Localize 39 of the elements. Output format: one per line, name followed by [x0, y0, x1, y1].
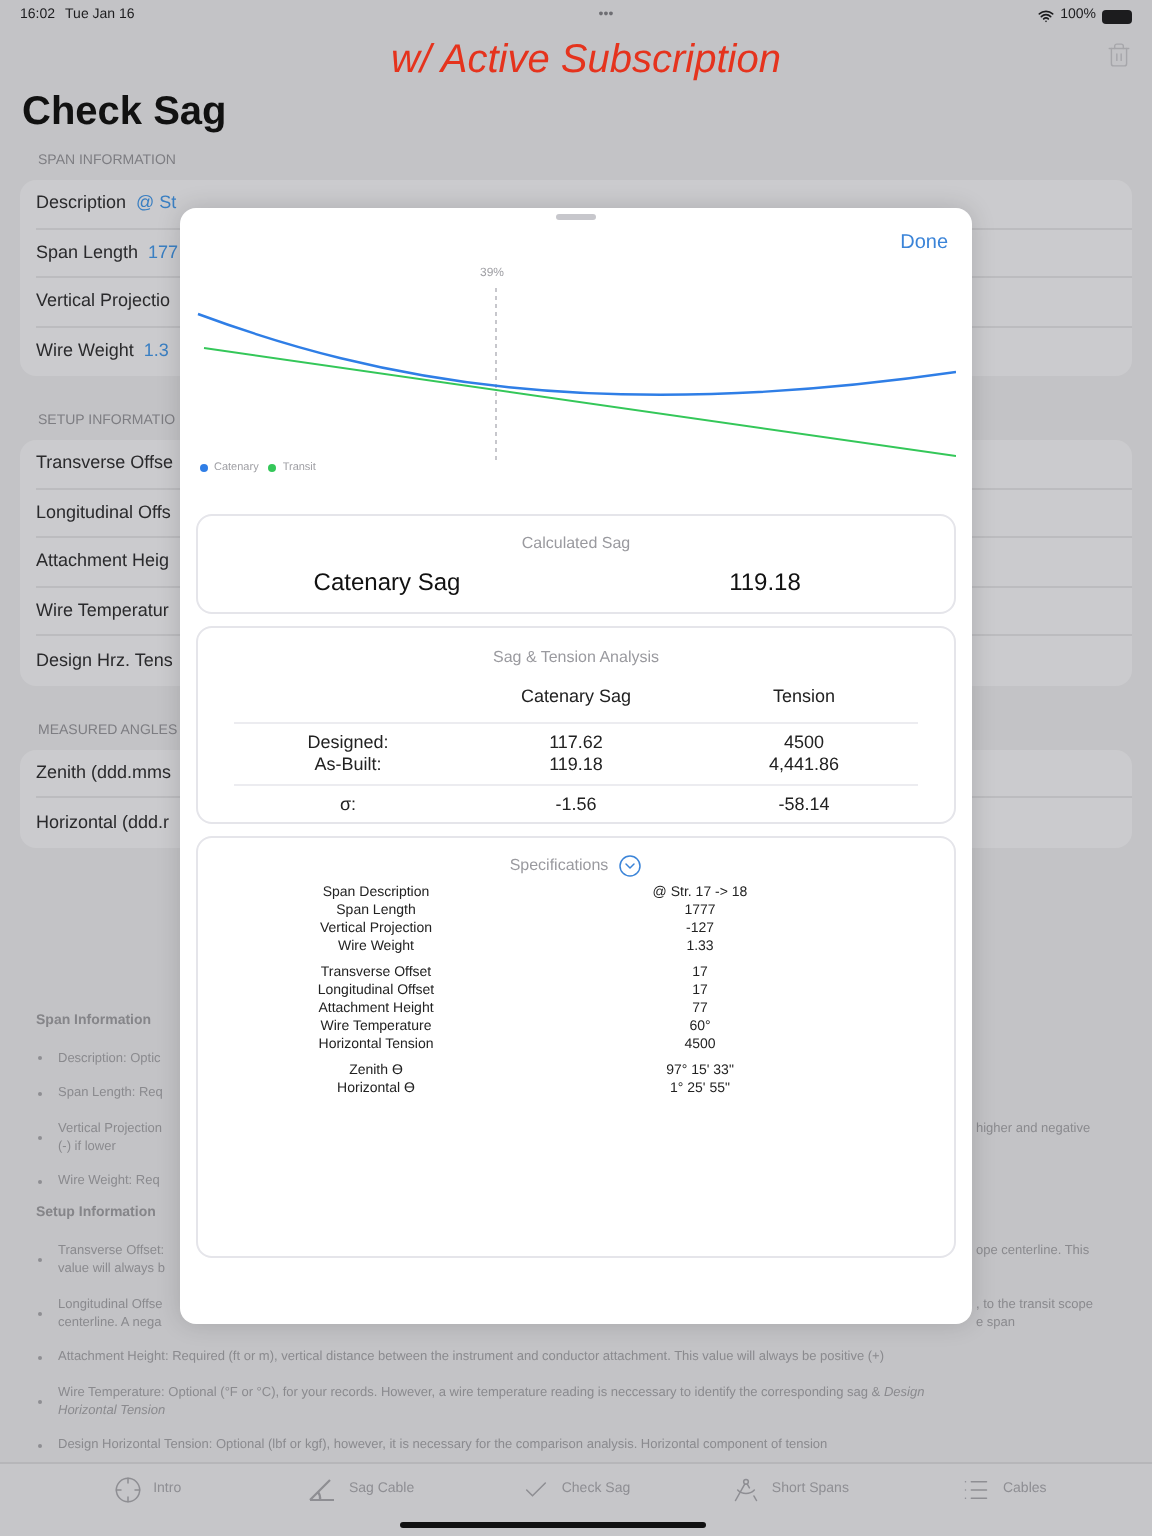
field-label: Zenith (ddd.mms — [36, 759, 172, 786]
row-label: As-Built: — [312, 753, 384, 775]
field-value: @ St — [136, 190, 177, 216]
column-header: Catenary Sag — [518, 684, 634, 710]
column-header: Tension — [770, 684, 838, 710]
drafting-compass-icon — [731, 1476, 760, 1504]
delete-button[interactable] — [1106, 40, 1132, 70]
field-value: 1.3 — [143, 338, 169, 364]
done-button[interactable]: Done — [900, 228, 948, 258]
field-value: 177 — [148, 239, 179, 265]
card-title: Calculated Sag — [521, 532, 631, 556]
table-cell-text: 4,441.86 — [766, 753, 842, 775]
crosshair-icon — [113, 1476, 142, 1504]
field-label: Description — [36, 190, 127, 216]
row-label: Designed: — [305, 731, 391, 753]
expand-chevron-button[interactable] — [618, 854, 643, 878]
field-label: Attachment Heig — [36, 548, 170, 574]
field-label: Vertical Projectio — [36, 288, 171, 314]
sheet-grabber[interactable] — [556, 214, 596, 220]
table-cell-text: 119.18 — [547, 753, 605, 775]
table-cell-text: -58.14 — [776, 793, 832, 815]
field-label: Span Length — [36, 239, 139, 266]
row-label: σ: — [337, 793, 359, 815]
card-title: Specifications — [509, 854, 609, 878]
table-cell-text: 117.62 — [547, 731, 605, 753]
angle-icon — [308, 1476, 337, 1504]
page-title: Check Sag — [22, 88, 227, 138]
wifi-icon — [1038, 8, 1055, 24]
result-value: 119.18 — [727, 566, 803, 600]
field-label: Longitudinal Offs — [36, 499, 171, 526]
battery-icon — [1102, 9, 1132, 23]
field-label: Transverse Offse — [36, 450, 174, 476]
table-cell-text: -1.56 — [553, 793, 599, 815]
card-title: Sag & Tension Analysis — [492, 646, 659, 670]
subscription-label: w/ Active Subscription — [391, 36, 781, 86]
result-label: Catenary Sag — [311, 566, 463, 600]
field-label: Wire Temperatur — [36, 597, 169, 624]
field-label: Wire Weight — [36, 338, 134, 364]
table-cell-text: 4500 — [781, 731, 827, 753]
